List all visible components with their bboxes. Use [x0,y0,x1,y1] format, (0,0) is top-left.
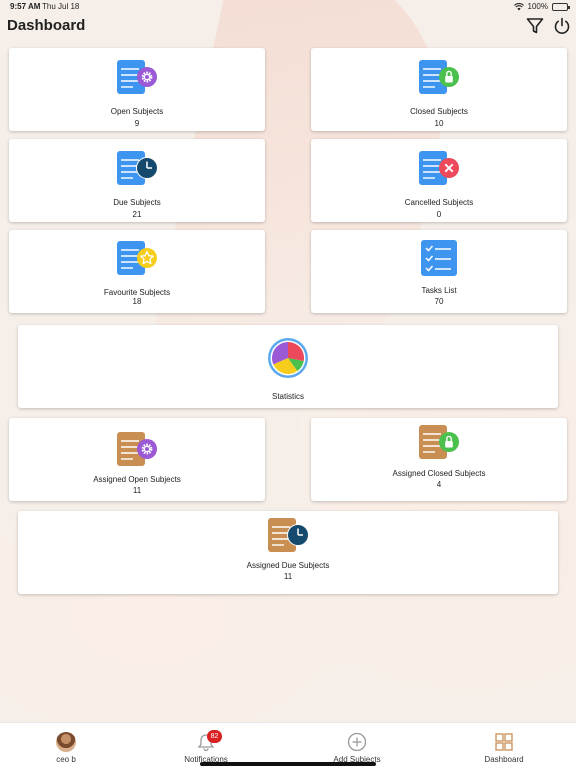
status-date: Thu Jul 18 [42,2,80,11]
due-subjects-card[interactable]: Due Subjects 21 [9,139,265,222]
avatar [56,732,76,752]
notifications-badge: 82 [207,730,222,743]
assigned-open-subjects-label: Assigned Open Subjects [93,475,181,484]
dashboard-grid-icon [495,733,513,751]
favourite-subjects-count: 18 [132,297,142,306]
assigned-closed-subjects-icon [419,425,459,459]
tasks-list-icon [421,240,457,276]
statistics-card[interactable]: Statistics [18,325,558,408]
tasks-list-card[interactable]: Tasks List 70 [311,230,567,313]
closed-subjects-label: Closed Subjects [410,107,468,116]
tab-dashboard-label: Dashboard [484,755,524,764]
assigned-closed-subjects-card[interactable]: Assigned Closed Subjects 4 [311,418,567,501]
cancelled-subjects-count: 0 [436,210,442,219]
tab-profile[interactable]: ceo b [16,723,116,768]
due-subjects-icon [117,151,158,185]
assigned-due-subjects-icon [268,518,309,552]
open-subjects-count: 9 [134,119,140,128]
assigned-open-subjects-card[interactable]: Assigned Open Subjects 11 [9,418,265,501]
favourite-subjects-icon [117,241,157,275]
due-subjects-count: 21 [132,210,142,219]
open-subjects-icon [117,60,157,94]
due-subjects-label: Due Subjects [113,198,161,207]
add-circle-icon [347,732,367,752]
assigned-due-subjects-count: 11 [283,572,293,581]
favourite-subjects-label: Favourite Subjects [103,288,171,297]
open-subjects-label: Open Subjects [110,107,164,116]
home-indicator [200,762,376,766]
assigned-due-subjects-card[interactable]: Assigned Due Subjects 11 [18,511,558,594]
cancelled-subjects-card[interactable]: Cancelled Subjects 0 [311,139,567,222]
closed-subjects-card[interactable]: Closed Subjects 10 [311,48,567,131]
assigned-due-subjects-label: Assigned Due Subjects [246,561,330,570]
assigned-open-subjects-icon [117,432,157,466]
header: Dashboard [0,14,576,40]
open-subjects-card[interactable]: Open Subjects 9 [9,48,265,131]
closed-subjects-icon [419,60,459,94]
assigned-closed-subjects-label: Assigned Closed Subjects [392,469,486,478]
battery-icon [552,2,570,11]
status-bar: 9:57 AM Thu Jul 18 100% [0,0,576,14]
tab-dashboard[interactable]: Dashboard [454,723,554,768]
closed-subjects-count: 10 [434,119,444,128]
favourite-subjects-card[interactable]: Favourite Subjects 18 [9,230,265,313]
logout-button[interactable] [552,16,572,36]
tab-profile-label: ceo b [56,755,76,764]
statistics-label: Statistics [271,392,304,401]
filter-button[interactable] [525,16,545,36]
tasks-list-count: 70 [434,297,444,306]
status-right: 100% [513,2,570,11]
tasks-list-label: Tasks List [421,286,457,295]
wifi-icon [513,2,524,10]
assigned-open-subjects-count: 11 [132,486,142,495]
filter-icon [526,18,544,34]
pie-chart-icon [268,338,308,378]
cancelled-subjects-label: Cancelled Subjects [404,198,474,207]
page-title: Dashboard [7,17,86,34]
assigned-closed-subjects-count: 4 [436,480,442,489]
power-icon [554,17,570,34]
cancelled-subjects-icon [419,151,459,185]
status-time: 9:57 AM [10,2,41,11]
battery-percent: 100% [527,2,548,11]
